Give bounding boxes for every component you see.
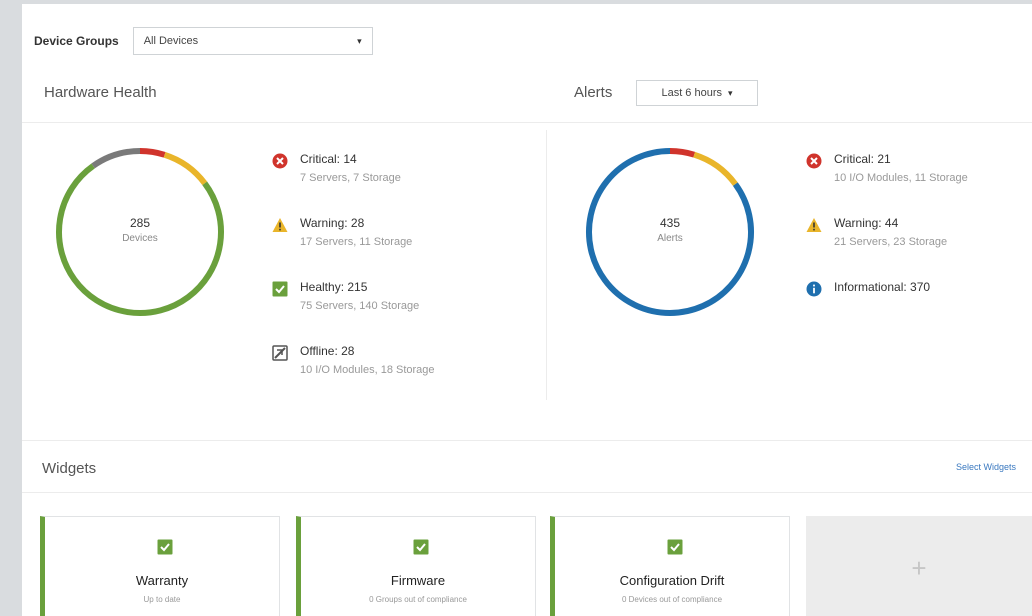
legend-title: Healthy: 215 bbox=[300, 280, 368, 294]
hardware-health-legend: Critical: 14 7 Servers, 7 Storage Warnin… bbox=[272, 152, 435, 408]
section-divider bbox=[22, 122, 1032, 123]
check-icon bbox=[667, 539, 683, 555]
legend-detail: 7 Servers, 7 Storage bbox=[300, 172, 401, 184]
widgets-divider bbox=[22, 440, 1032, 441]
widget-title: Warranty bbox=[135, 573, 189, 588]
alerts-range-value: Last 6 hours bbox=[661, 87, 722, 99]
legend-title: Critical: 21 bbox=[834, 152, 891, 166]
legend-title: Offline: 28 bbox=[300, 344, 355, 358]
widget-card-warranty[interactable]: Warranty Up to date bbox=[40, 516, 280, 616]
alerts-unit: Alerts bbox=[657, 233, 683, 244]
hardware-health-total: 285 bbox=[129, 216, 151, 230]
widgets-header-divider bbox=[22, 492, 1032, 493]
device-groups-select[interactable]: All Devices ▾ bbox=[132, 27, 373, 55]
legend-detail: 75 Servers, 140 Storage bbox=[300, 300, 420, 312]
legend-title: Warning: 44 bbox=[834, 216, 899, 230]
dashboard-panel: Device Groups All Devices ▾ Hardware Hea… bbox=[22, 4, 1032, 616]
legend-item-warning[interactable]: Warning: 28 17 Servers, 11 Storage bbox=[272, 216, 435, 260]
device-groups-selected: All Devices bbox=[143, 35, 199, 47]
legend-title: Critical: 14 bbox=[300, 152, 357, 166]
legend-detail: 10 I/O Modules, 18 Storage bbox=[300, 364, 435, 376]
check-icon bbox=[413, 539, 429, 555]
alerts-center: 435 Alerts bbox=[610, 216, 730, 244]
device-groups-label: Device Groups bbox=[34, 34, 119, 48]
widgets-title: Widgets bbox=[42, 460, 97, 477]
info-icon bbox=[806, 281, 822, 297]
alerts-range-select[interactable]: Last 6 hours ▾ bbox=[636, 80, 758, 106]
widget-subtitle: 0 Devices out of compliance bbox=[621, 595, 723, 604]
warning-icon bbox=[272, 218, 288, 232]
donut-segment-critical[interactable] bbox=[669, 148, 696, 158]
check-icon bbox=[157, 539, 173, 555]
donut-segment-warning[interactable] bbox=[693, 151, 738, 186]
legend-item-offline[interactable]: Offline: 28 10 I/O Modules, 18 Storage bbox=[272, 344, 435, 388]
widget-title: Configuration Drift bbox=[619, 573, 725, 588]
donut-segment-critical[interactable] bbox=[139, 148, 166, 158]
legend-detail: 17 Servers, 11 Storage bbox=[300, 236, 413, 248]
widget-subtitle: 0 Groups out of compliance bbox=[369, 595, 467, 604]
legend-item-informational[interactable]: Informational: 370 bbox=[806, 280, 968, 324]
hardware-health-center: 285 Devices bbox=[80, 216, 200, 244]
widget-title: Firmware bbox=[390, 573, 446, 588]
select-widgets-link[interactable]: Select Widgets bbox=[956, 462, 1016, 472]
hardware-health-title: Hardware Health bbox=[44, 84, 157, 101]
legend-title: Warning: 28 bbox=[300, 216, 365, 230]
alerts-legend: Critical: 21 10 I/O Modules, 11 Storage … bbox=[806, 152, 968, 344]
critical-icon bbox=[806, 153, 822, 169]
legend-item-warning[interactable]: Warning: 44 21 Servers, 23 Storage bbox=[806, 216, 968, 260]
healthy-icon bbox=[272, 281, 288, 297]
donut-segment-warning[interactable] bbox=[163, 151, 208, 186]
critical-icon bbox=[272, 153, 288, 169]
legend-item-healthy[interactable]: Healthy: 215 75 Servers, 140 Storage bbox=[272, 280, 435, 324]
device-group-filter: Device Groups All Devices ▾ bbox=[34, 26, 373, 56]
offline-icon bbox=[272, 345, 288, 361]
legend-item-critical[interactable]: Critical: 14 7 Servers, 7 Storage bbox=[272, 152, 435, 196]
alerts-total: 435 bbox=[659, 216, 681, 230]
plus-icon: + bbox=[911, 552, 927, 583]
donut-segment-offline[interactable] bbox=[91, 148, 141, 169]
add-widget-button[interactable]: + bbox=[806, 516, 1032, 616]
widget-card-configuration-drift[interactable]: Configuration Drift 0 Devices out of com… bbox=[550, 516, 790, 616]
legend-title: Informational: 370 bbox=[834, 280, 931, 294]
alerts-title: Alerts bbox=[574, 84, 613, 101]
warning-icon bbox=[806, 218, 822, 232]
chevron-down-icon: ▾ bbox=[728, 87, 733, 98]
legend-item-critical[interactable]: Critical: 21 10 I/O Modules, 11 Storage bbox=[806, 152, 968, 196]
widget-subtitle: Up to date bbox=[143, 595, 181, 604]
hardware-health-unit: Devices bbox=[122, 233, 158, 244]
chevron-down-icon: ▾ bbox=[357, 35, 362, 46]
widget-card-firmware[interactable]: Firmware 0 Groups out of compliance bbox=[296, 516, 536, 616]
column-divider bbox=[546, 130, 547, 400]
legend-detail: 10 I/O Modules, 11 Storage bbox=[834, 172, 968, 184]
legend-detail: 21 Servers, 23 Storage bbox=[834, 236, 948, 248]
